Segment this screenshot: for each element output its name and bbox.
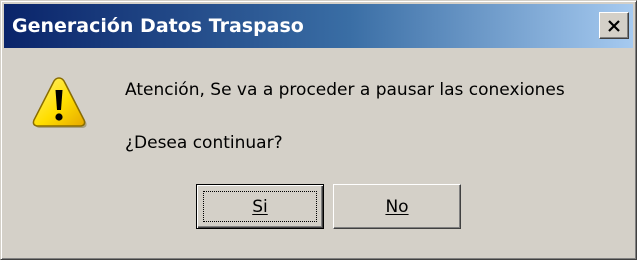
no-button[interactable]: No bbox=[333, 184, 461, 229]
window-title: Generación Datos Traspaso bbox=[12, 15, 304, 37]
no-button-label: No bbox=[385, 196, 409, 217]
title-bar[interactable]: Generación Datos Traspaso bbox=[4, 4, 633, 48]
question-text: ¿Desea continuar? bbox=[125, 133, 283, 153]
message-text: Atención, Se va a proceder a pausar las … bbox=[125, 80, 565, 100]
message-dialog: Generación Datos Traspaso Atención, Se v… bbox=[0, 0, 637, 260]
warning-icon bbox=[32, 77, 87, 128]
yes-button-label: Si bbox=[252, 196, 268, 217]
yes-button[interactable]: Si bbox=[196, 184, 324, 229]
close-button[interactable] bbox=[599, 12, 629, 39]
close-icon bbox=[608, 19, 620, 32]
